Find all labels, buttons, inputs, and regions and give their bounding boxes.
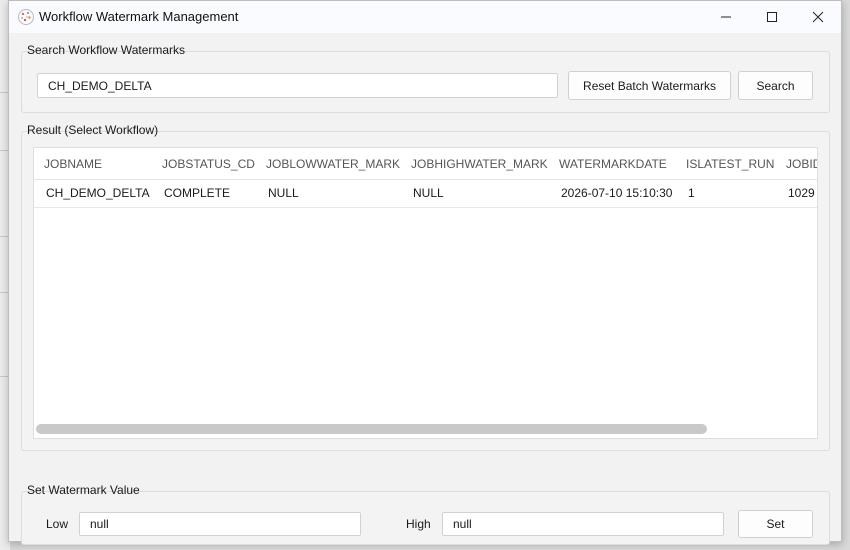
column-header[interactable]: JOBID	[786, 157, 817, 171]
column-header[interactable]: WATERMARKDATE	[559, 157, 667, 171]
search-group-label: Search Workflow Watermarks	[27, 43, 186, 57]
column-header[interactable]: ISLATEST_RUN	[686, 157, 774, 171]
result-group-label: Result (Select Workflow)	[27, 123, 159, 137]
workflow-search-input[interactable]: CH_DEMO_DELTA	[37, 73, 558, 98]
table-cell: 1029	[788, 186, 815, 200]
title-bar: Workflow Watermark Management	[9, 1, 841, 33]
table-cell: 2026-07-10 15:10:30	[561, 186, 673, 200]
table-cell: COMPLETE	[164, 186, 231, 200]
app-logo-icon	[18, 9, 34, 25]
close-button[interactable]	[795, 1, 841, 33]
grid-header: JOBNAME JOBSTATUS_CD JOBLOWWATER_MARK JO…	[34, 148, 817, 180]
table-cell: NULL	[268, 186, 299, 200]
maximize-icon	[767, 12, 777, 22]
workflow-results-grid[interactable]: JOBNAME JOBSTATUS_CD JOBLOWWATER_MARK JO…	[33, 147, 818, 439]
maximize-button[interactable]	[749, 1, 795, 33]
column-header[interactable]: JOBLOWWATER_MARK	[266, 157, 400, 171]
horizontal-scrollbar-thumb[interactable]	[36, 424, 707, 434]
high-label: High	[406, 517, 431, 531]
table-cell: CH_DEMO_DELTA	[46, 186, 150, 200]
reset-batch-watermarks-button[interactable]: Reset Batch Watermarks	[568, 71, 731, 100]
table-cell: NULL	[413, 186, 444, 200]
low-label: Low	[46, 517, 69, 531]
minimize-button[interactable]	[703, 1, 749, 33]
table-row[interactable]: CH_DEMO_DELTA COMPLETE NULL NULL 2026-07…	[34, 180, 817, 208]
column-header[interactable]: JOBSTATUS_CD	[162, 157, 255, 171]
close-icon	[812, 11, 824, 23]
low-watermark-input[interactable]: null	[79, 512, 361, 536]
high-watermark-input[interactable]: null	[442, 512, 724, 536]
table-cell: 1	[688, 186, 695, 200]
set-watermark-group-label: Set Watermark Value	[27, 483, 140, 497]
window-title: Workflow Watermark Management	[39, 9, 239, 24]
column-header[interactable]: JOBHIGHWATER_MARK	[411, 157, 548, 171]
column-header[interactable]: JOBNAME	[44, 157, 102, 171]
search-button[interactable]: Search	[738, 71, 813, 100]
minimize-icon	[721, 16, 731, 18]
set-button[interactable]: Set	[738, 510, 813, 538]
watermark-dialog: Workflow Watermark Management Search Wor…	[8, 0, 842, 545]
